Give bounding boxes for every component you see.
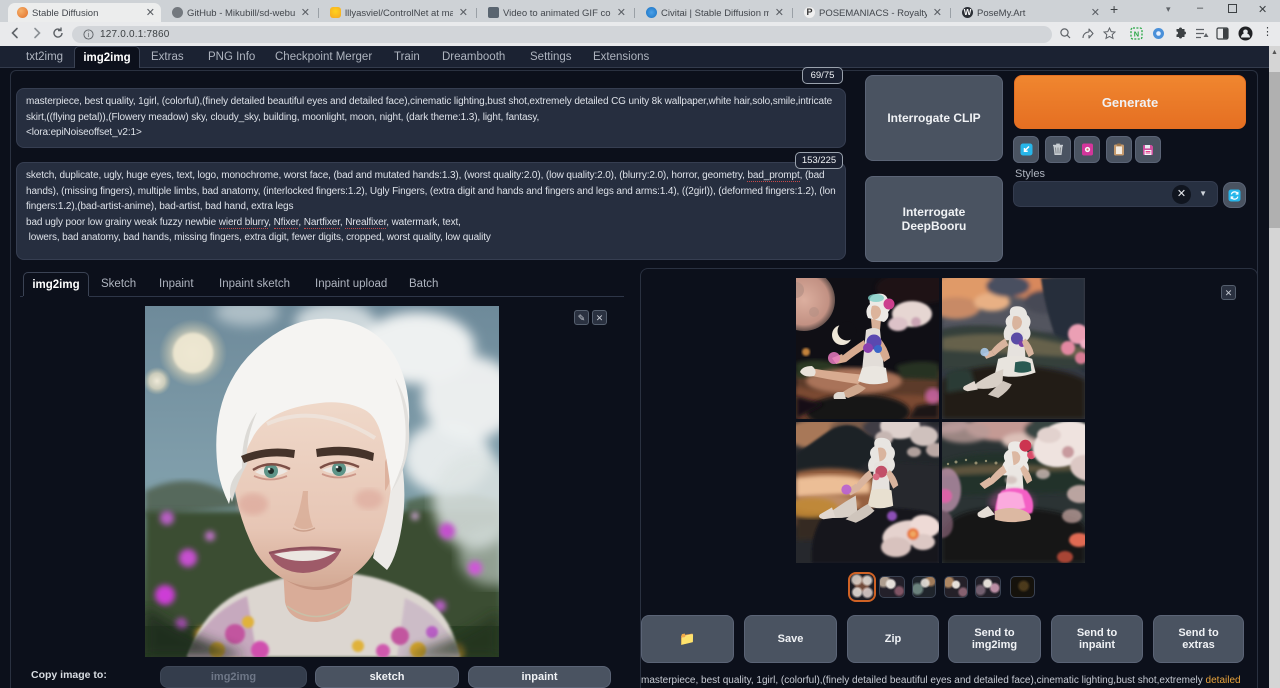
svg-text:i: i	[88, 29, 90, 38]
svg-text:N: N	[1134, 29, 1139, 38]
